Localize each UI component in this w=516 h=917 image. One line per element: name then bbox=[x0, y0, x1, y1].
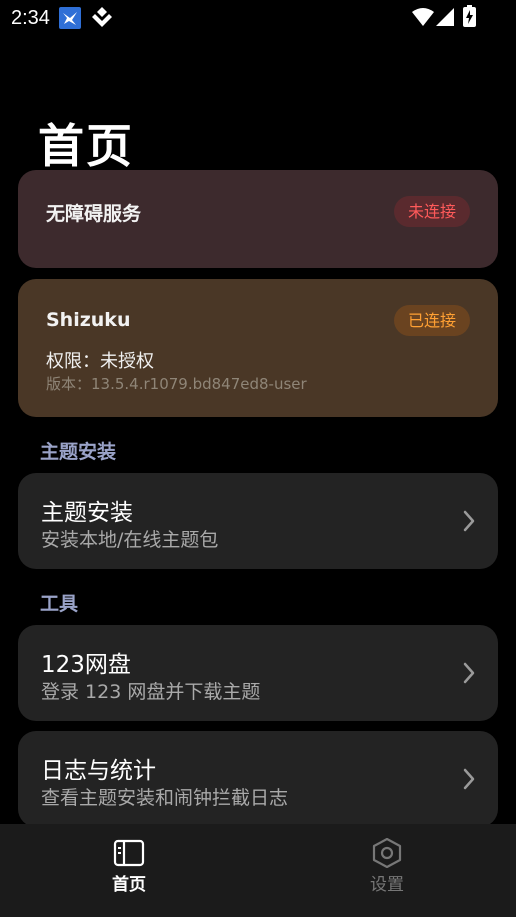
status-bar: 2:34 bbox=[0, 0, 516, 36]
cloud-drive-subtitle: 登录 123 网盘并下载主题 bbox=[41, 681, 261, 703]
cloud-drive-item[interactable]: 123网盘 登录 123 网盘并下载主题 bbox=[18, 625, 498, 721]
page-title: 首页 bbox=[38, 119, 134, 173]
chevron-right-icon bbox=[462, 661, 476, 685]
shizuku-card[interactable]: Shizuku 已连接 权限：未授权 版本：13.5.4.r1079.bd847… bbox=[18, 279, 498, 417]
app-notification-icon bbox=[59, 7, 81, 29]
section-header-tools: 工具 bbox=[40, 593, 79, 615]
accessibility-status-badge: 未连接 bbox=[393, 196, 470, 227]
battery-charging-icon bbox=[463, 5, 476, 27]
theme-install-subtitle: 安装本地/在线主题包 bbox=[41, 529, 219, 551]
home-icon bbox=[113, 838, 145, 868]
nav-settings-label: 设置 bbox=[370, 875, 404, 895]
logs-stats-item[interactable]: 日志与统计 查看主题安装和闹钟拦截日志 bbox=[18, 731, 498, 827]
logs-stats-title: 日志与统计 bbox=[41, 758, 156, 784]
chevron-right-icon bbox=[462, 509, 476, 533]
wifi-icon bbox=[412, 8, 434, 26]
logs-stats-subtitle: 查看主题安装和闹钟拦截日志 bbox=[41, 787, 289, 809]
cloud-drive-title: 123网盘 bbox=[41, 652, 131, 678]
signal-icon bbox=[436, 8, 454, 26]
bottom-navigation: 首页 设置 bbox=[0, 824, 516, 917]
theme-install-title: 主题安装 bbox=[41, 500, 133, 526]
nav-home-label: 首页 bbox=[112, 875, 146, 895]
chevron-right-icon bbox=[462, 767, 476, 791]
nav-home[interactable]: 首页 bbox=[79, 838, 179, 898]
status-time: 2:34 bbox=[11, 7, 50, 29]
accessibility-service-card[interactable]: 无障碍服务 未连接 bbox=[18, 170, 498, 268]
shizuku-status-badge: 已连接 bbox=[393, 305, 470, 336]
accessibility-service-title: 无障碍服务 bbox=[46, 203, 142, 225]
diamond-notification-icon bbox=[90, 7, 114, 29]
section-header-theme-install: 主题安装 bbox=[40, 441, 117, 463]
nav-settings[interactable]: 设置 bbox=[337, 837, 437, 898]
theme-install-item[interactable]: 主题安装 安装本地/在线主题包 bbox=[18, 473, 498, 569]
settings-icon bbox=[371, 837, 403, 869]
shizuku-version: 版本：13.5.4.r1079.bd847ed8-user bbox=[46, 375, 307, 393]
shizuku-permission: 权限：未授权 bbox=[46, 351, 154, 372]
shizuku-title: Shizuku bbox=[46, 309, 131, 331]
